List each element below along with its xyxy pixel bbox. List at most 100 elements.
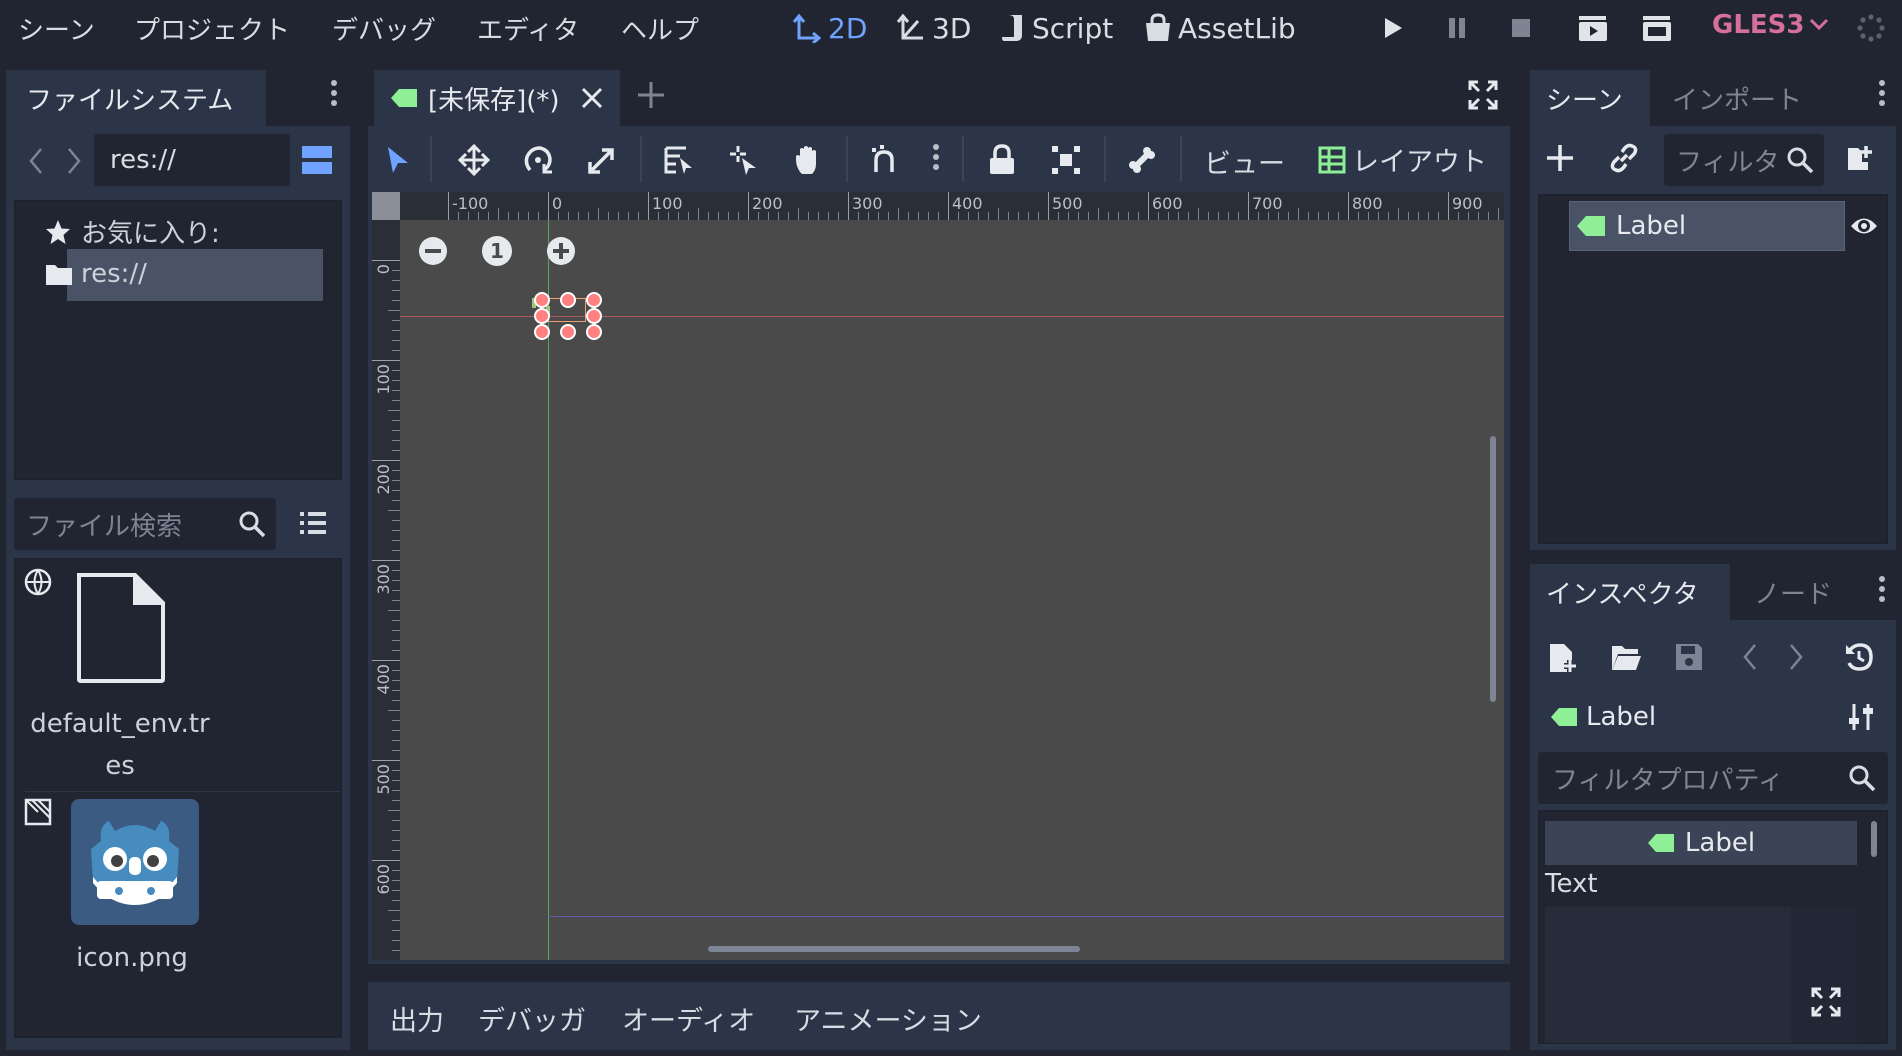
workspace-2d-button[interactable]: 2D (792, 8, 867, 48)
tab-import[interactable]: インポート (1672, 70, 1802, 126)
pan-mode-button[interactable] (788, 140, 828, 180)
resize-handle[interactable] (586, 324, 602, 340)
bottom-tab-audio[interactable]: オーディオ (622, 999, 755, 1038)
view-menu[interactable]: ビュー (1204, 142, 1285, 181)
move-mode-button[interactable] (454, 140, 494, 180)
ruler-minor-tick (1208, 212, 1209, 220)
vertical-scrollbar[interactable] (1490, 436, 1496, 702)
list-select-button[interactable] (658, 140, 698, 180)
bottom-tab-animation[interactable]: アニメーション (794, 999, 982, 1038)
menu-scene[interactable]: シーン (18, 10, 95, 47)
play-scene-button[interactable] (1578, 13, 1608, 43)
resize-handle[interactable] (586, 308, 602, 324)
ruler-minor-tick (1488, 212, 1489, 220)
resize-handle[interactable] (534, 308, 550, 324)
group-button[interactable] (1046, 140, 1086, 180)
renderer-selector[interactable]: GLES3 (1712, 10, 1829, 40)
ruler-tick-label: 700 (1252, 194, 1283, 213)
add-tab-icon[interactable] (636, 80, 666, 110)
workspace-script-button[interactable]: Script (1000, 8, 1113, 48)
pause-button[interactable] (1442, 13, 1472, 43)
bottom-tab-output[interactable]: 出力 (390, 999, 444, 1038)
menu-help[interactable]: ヘルプ (621, 10, 699, 47)
distraction-free-icon[interactable] (1468, 80, 1498, 110)
file-item-default-env[interactable]: default_env.tr es (15, 567, 225, 787)
workspace-assetlib-button[interactable]: AssetLib (1144, 8, 1296, 48)
split-mode-button[interactable] (296, 140, 336, 180)
inspector-menu-icon[interactable] (1878, 576, 1886, 606)
menu-debug[interactable]: デバッグ (332, 10, 436, 47)
instance-scene-icon[interactable] (1844, 142, 1876, 174)
select-mode-button[interactable] (378, 140, 418, 180)
split-view-icon (302, 146, 332, 174)
layout-menu[interactable]: レイアウト (1318, 140, 1487, 179)
tab-node[interactable]: ノード (1754, 564, 1832, 620)
zoom-in-icon[interactable] (546, 236, 576, 266)
resize-handle[interactable] (534, 292, 550, 308)
resize-handle[interactable] (586, 292, 602, 308)
stop-button[interactable] (1506, 13, 1536, 43)
rotate-mode-button[interactable] (518, 140, 558, 180)
file-search-input[interactable]: ファイル検索 (14, 498, 276, 550)
snap-toggle-button[interactable] (864, 140, 904, 180)
ruler-minor-tick (392, 850, 400, 851)
tree-item-res[interactable]: res:// (45, 259, 147, 289)
tab-scene[interactable]: シーン (1530, 70, 1650, 126)
property-filter-input[interactable]: フィルタプロパティ (1538, 752, 1888, 804)
open-folder-icon[interactable] (1610, 642, 1642, 672)
link-icon[interactable] (1608, 142, 1640, 174)
workspace-3d-button[interactable]: 3D (896, 8, 971, 48)
tab-inspector[interactable]: インスペクタ (1530, 564, 1730, 620)
play-custom-scene-button[interactable] (1642, 13, 1672, 43)
bottom-tab-debugger[interactable]: デバッガ (478, 999, 586, 1038)
forward-arrow-icon[interactable] (66, 146, 82, 176)
filesystem-menu-icon[interactable] (330, 80, 338, 110)
scene-tree-node-label[interactable]: Label (1569, 201, 1845, 251)
inspector-scrollbar[interactable] (1871, 821, 1877, 857)
workspace-script-label: Script (1032, 11, 1114, 45)
file-item-icon-png[interactable]: icon.png (15, 799, 225, 999)
close-icon[interactable] (580, 86, 604, 110)
expand-icon[interactable] (1811, 987, 1841, 1017)
scene-tab[interactable]: [未保存](*) (374, 70, 620, 126)
new-resource-icon[interactable] (1548, 642, 1578, 674)
lock-button[interactable] (982, 140, 1022, 180)
object-properties-icon[interactable] (1848, 702, 1876, 732)
zoom-reset-button[interactable]: 1 (482, 236, 512, 266)
horizontal-scrollbar[interactable] (708, 946, 1080, 952)
resize-handle[interactable] (534, 324, 550, 340)
snap-options-icon[interactable] (932, 144, 940, 174)
list-view-icon[interactable] (298, 508, 328, 538)
ruler-minor-tick (1238, 212, 1239, 220)
save-icon[interactable] (1674, 642, 1704, 672)
ruler-tick-label: -100 (452, 194, 489, 213)
favorites-item[interactable]: お気に入り: (45, 213, 220, 250)
history-icon[interactable] (1844, 642, 1874, 672)
skeleton-button[interactable] (1122, 140, 1162, 180)
scene-dock-menu-icon[interactable] (1878, 80, 1886, 110)
star-icon (46, 219, 70, 244)
resize-handle[interactable] (560, 324, 576, 340)
path-field[interactable]: res:// (94, 134, 290, 186)
add-node-icon[interactable] (1544, 142, 1576, 174)
inspector-object[interactable]: Label (1550, 702, 1656, 732)
visibility-eye-icon[interactable] (1849, 211, 1879, 241)
ruler-minor-tick (392, 920, 400, 921)
zoom-out-icon[interactable] (418, 236, 448, 266)
property-text-editor[interactable] (1545, 907, 1791, 1043)
property-section-header[interactable]: Label (1545, 821, 1857, 865)
ruler-minor-tick (1458, 212, 1459, 220)
scale-mode-button[interactable] (582, 140, 622, 180)
pivot-mode-button[interactable] (724, 140, 764, 180)
menu-project[interactable]: プロジェクト (134, 10, 290, 47)
tab-filesystem[interactable]: ファイルシステム (6, 70, 266, 126)
scene-filter-input[interactable]: フィルタ (1664, 134, 1824, 186)
back-arrow-icon[interactable] (1742, 642, 1758, 672)
back-arrow-icon[interactable] (28, 146, 44, 176)
menu-editor[interactable]: エディタ (477, 10, 579, 47)
play-button[interactable] (1378, 13, 1408, 43)
ruler-minor-tick (788, 212, 789, 220)
forward-arrow-icon[interactable] (1788, 642, 1804, 672)
canvas-viewport[interactable]: 1 (372, 192, 1504, 960)
resize-handle[interactable] (560, 292, 576, 308)
